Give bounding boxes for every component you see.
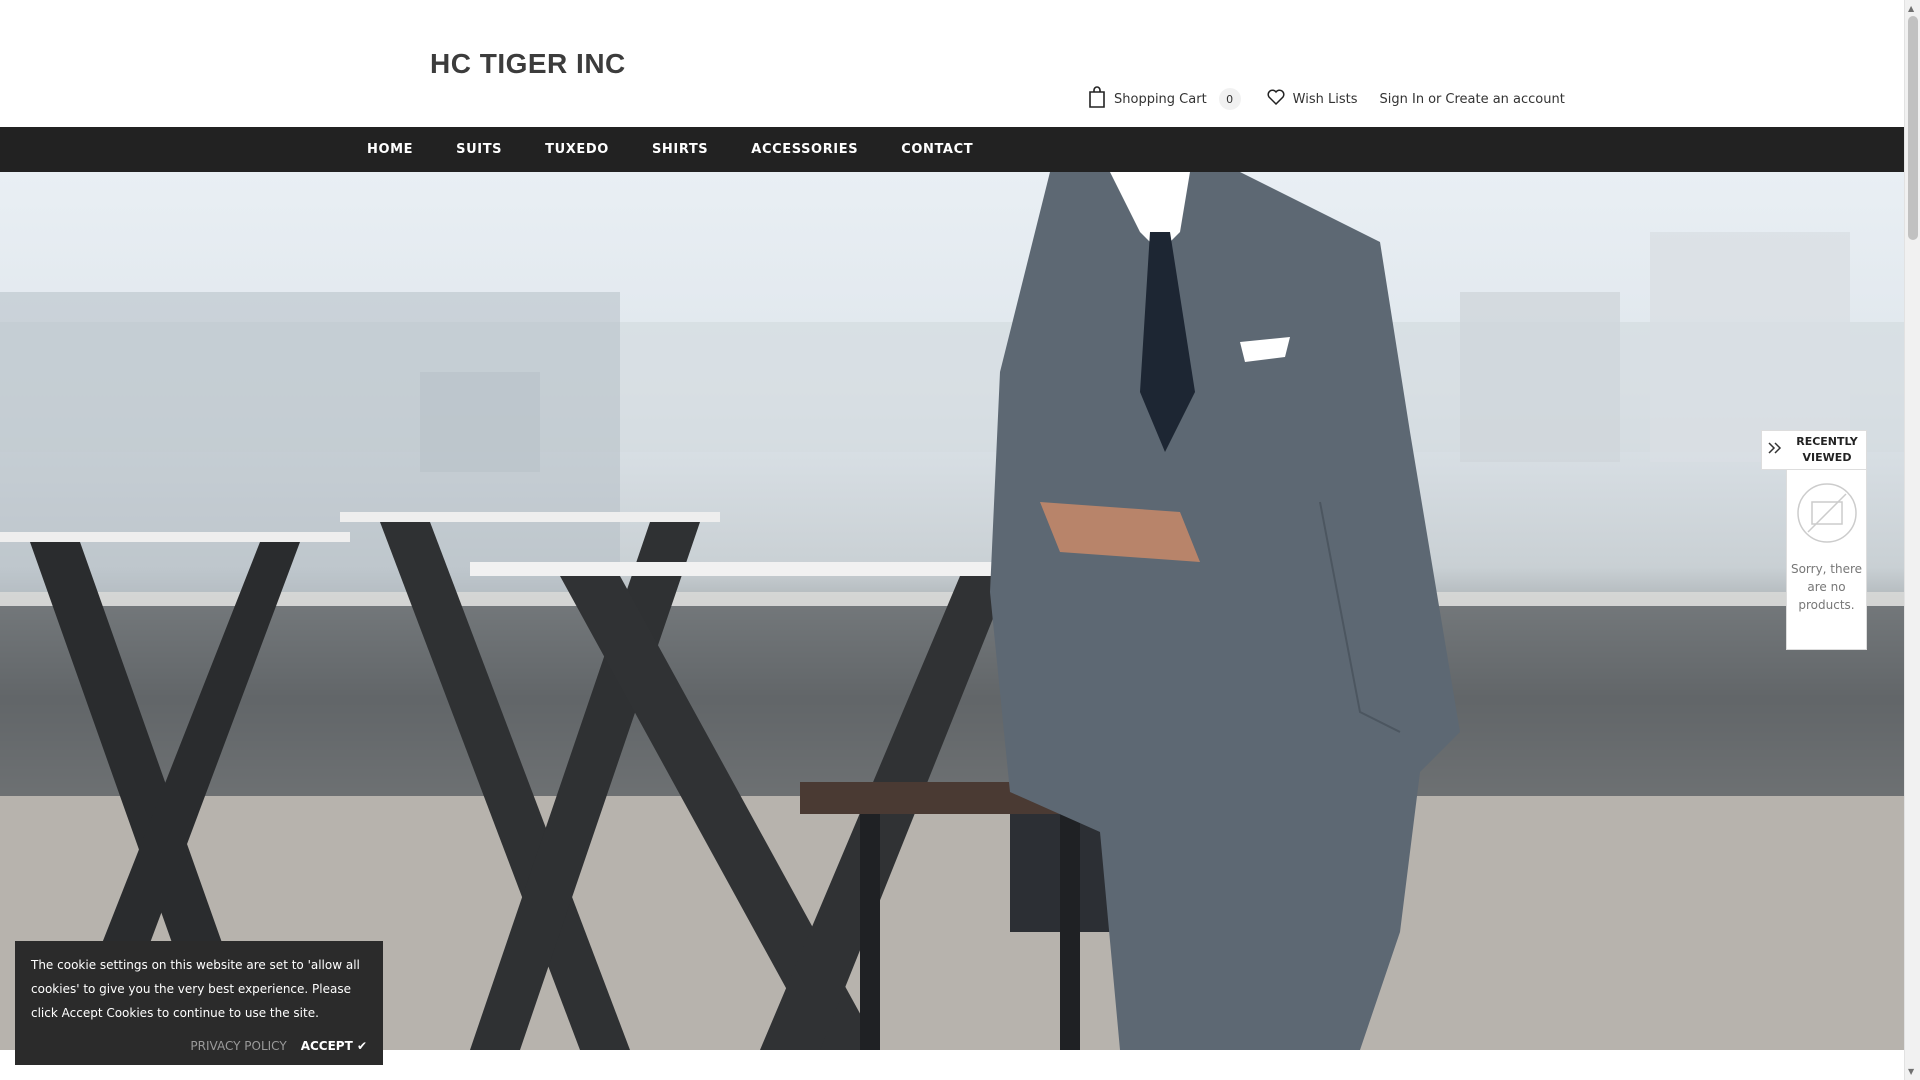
sign-in-link[interactable]: Sign In <box>1380 92 1425 107</box>
main-navigation: HOME SUITS TUXEDO SHIRTS ACCESSORIES CON… <box>0 127 1904 172</box>
cart-count-badge: 0 <box>1218 88 1241 110</box>
accept-cookies-button[interactable]: ACCEPT ✔ <box>301 1039 367 1053</box>
heart-icon <box>1267 89 1285 109</box>
shopping-cart-label: Shopping Cart <box>1114 91 1207 107</box>
double-chevron-right-icon[interactable] <box>1762 442 1788 458</box>
wishlist-label: Wish Lists <box>1292 91 1358 107</box>
nav-item-shirts[interactable]: SHIRTS <box>652 142 708 157</box>
recently-viewed-title: RECENTLY VIEWED <box>1788 434 1866 466</box>
create-account-link[interactable]: Create an account <box>1445 92 1564 107</box>
account-or-text: or <box>1428 91 1442 107</box>
site-logo[interactable]: HC TIGER INC <box>430 48 626 80</box>
header-links: Shopping Cart 0 Wish Lists Sign In or Cr… <box>1088 86 1565 112</box>
recently-viewed-body: Sorry, there are no products. <box>1786 470 1867 650</box>
shopping-bag-icon <box>1088 86 1106 112</box>
nav-item-suits[interactable]: SUITS <box>456 142 502 157</box>
wishlist-link[interactable]: Wish Lists <box>1267 89 1358 109</box>
scroll-up-arrow-icon[interactable]: ▲ <box>1908 4 1914 13</box>
recently-viewed-title-line1: RECENTLY <box>1796 435 1858 448</box>
page-scrollbar[interactable]: ▲ ▼ <box>1904 0 1920 1080</box>
hero-banner-image[interactable] <box>0 172 1904 1050</box>
site-header: HC TIGER INC Shopping Cart 0 Wish Lists … <box>0 0 1904 127</box>
recently-viewed-header[interactable]: RECENTLY VIEWED <box>1761 430 1867 470</box>
cookie-message: The cookie settings on this website are … <box>31 958 360 1020</box>
scroll-down-arrow-icon[interactable]: ▼ <box>1908 1067 1914 1076</box>
shopping-cart-link[interactable]: Shopping Cart 0 <box>1088 86 1241 112</box>
scroll-thumb[interactable] <box>1908 16 1918 240</box>
nav-item-contact[interactable]: CONTACT <box>901 142 973 157</box>
hero-illustration <box>0 172 1904 1050</box>
cookie-actions: PRIVACY POLICY ACCEPT ✔ <box>190 1039 367 1053</box>
privacy-policy-link[interactable]: PRIVACY POLICY <box>190 1039 286 1053</box>
account-links: Sign In or Create an account <box>1380 92 1565 107</box>
nav-item-tuxedo[interactable]: TUXEDO <box>545 142 609 157</box>
nav-item-home[interactable]: HOME <box>367 142 413 157</box>
cookie-banner: The cookie settings on this website are … <box>15 941 383 1065</box>
no-image-icon <box>1796 483 1858 548</box>
recently-viewed-title-line2: VIEWED <box>1802 451 1852 464</box>
no-products-message: Sorry, there are no products. <box>1790 562 1863 612</box>
nav-item-accessories[interactable]: ACCESSORIES <box>751 142 858 157</box>
recently-viewed-panel: RECENTLY VIEWED Sorry, there are no prod… <box>1761 430 1867 650</box>
